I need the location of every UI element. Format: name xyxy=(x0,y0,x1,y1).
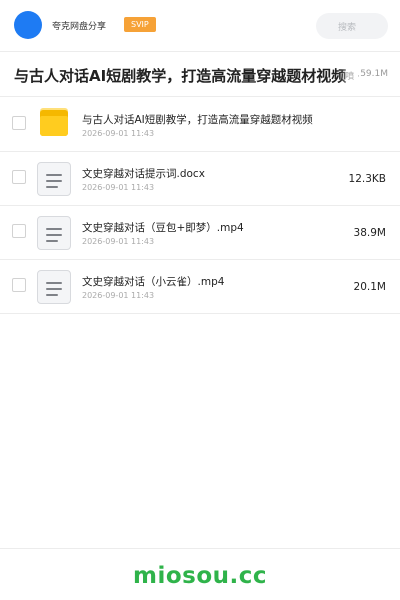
file-size: 20.1M xyxy=(353,281,386,293)
file-date: 2026-09-01 11:43 xyxy=(82,129,155,138)
file-list: 与古人对话AI短剧教学，打造高流量穿越题材视频 2026-09-01 11:43… xyxy=(0,98,400,314)
file-date: 2026-09-01 11:43 xyxy=(82,237,155,246)
site-watermark: miosou.cc xyxy=(132,563,268,589)
avatar[interactable] xyxy=(14,11,42,39)
video-file-icon xyxy=(37,216,71,250)
share-meta-partial: 噴 · xyxy=(345,72,360,82)
search-label: 搜索 xyxy=(338,23,357,33)
file-row[interactable]: 文史穿越对话（小云雀）.mp4 2026-09-01 11:43 20.1M xyxy=(0,260,400,314)
file-name: 与古人对话AI短剧教学，打造高流量穿越题材视频 xyxy=(82,114,313,126)
row-checkbox[interactable] xyxy=(12,278,26,292)
footer-bar: miosou.cc xyxy=(0,548,400,600)
document-icon xyxy=(37,162,71,196)
file-name: 文史穿越对话（小云雀）.mp4 xyxy=(82,276,225,288)
file-size: 12.3KB xyxy=(348,173,386,185)
brand-name: 夸克网盘分享 xyxy=(52,22,107,32)
file-size: 38.9M xyxy=(353,227,386,239)
video-file-icon xyxy=(37,270,71,304)
search-box[interactable]: 搜索 xyxy=(316,13,388,39)
page-title: 与古人对话AI短剧教学，打造高流量穿越题材视频 xyxy=(14,67,347,85)
file-date: 2026-09-01 11:43 xyxy=(82,183,155,192)
share-title-bar: 与古人对话AI短剧教学，打造高流量穿越题材视频 噴 · 59.1M xyxy=(0,53,400,97)
file-name: 文史穿越对话（豆包+即梦）.mp4 xyxy=(82,222,244,234)
file-date: 2026-09-01 11:43 xyxy=(82,291,155,300)
file-row[interactable]: 文史穿越对话提示词.docx 2026-09-01 11:43 12.3KB xyxy=(0,152,400,206)
svip-badge[interactable]: SVIP xyxy=(124,17,156,32)
file-row-folder[interactable]: 与古人对话AI短剧教学，打造高流量穿越题材视频 2026-09-01 11:43 xyxy=(0,98,400,152)
file-row[interactable]: 文史穿越对话（豆包+即梦）.mp4 2026-09-01 11:43 38.9M xyxy=(0,206,400,260)
row-checkbox[interactable] xyxy=(12,170,26,184)
file-name: 文史穿越对话提示词.docx xyxy=(82,168,205,180)
folder-icon xyxy=(37,108,71,142)
row-checkbox[interactable] xyxy=(12,224,26,238)
share-total-size: 59.1M xyxy=(360,69,388,79)
header-bar: 夸克网盘分享 SVIP 搜索 xyxy=(0,0,400,52)
row-checkbox[interactable] xyxy=(12,116,26,130)
